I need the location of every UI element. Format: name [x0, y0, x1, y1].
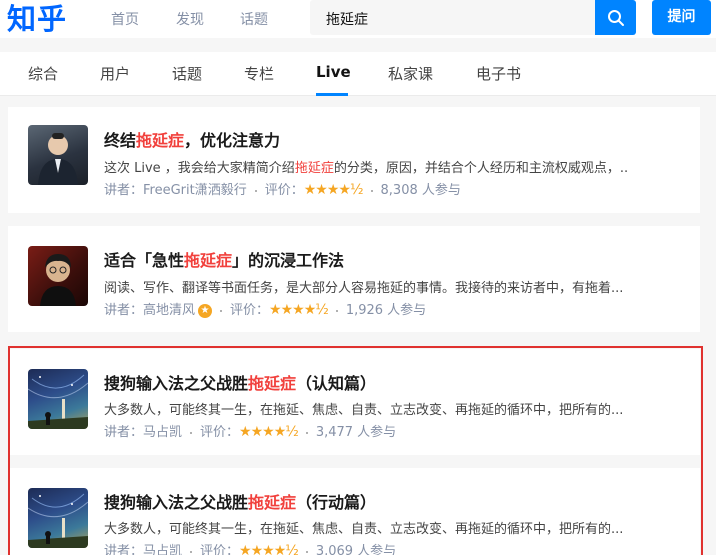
annotation-frame	[8, 346, 703, 555]
nav-discover[interactable]: 发现	[176, 9, 204, 29]
verified-badge-icon: ★	[198, 303, 213, 318]
tab-users[interactable]: 用户	[100, 63, 130, 84]
tab-live[interactable]: Live	[316, 63, 351, 81]
result-description: 这次 Live ，我会给大家精简介绍拖延症的分类，原因，并结合个人经历和主流权威…	[104, 161, 629, 176]
result-description: 阅读、写作、翻译等书面任务，是大部分人容易拖延的事情。我接待的来访者中，有拖着.…	[104, 281, 624, 296]
speaker-name[interactable]: 高地清风	[143, 303, 195, 318]
search-tabs: 综合 用户 话题 专栏 Live 私家课 电子书	[0, 52, 716, 96]
tab-columns[interactable]: 专栏	[244, 63, 274, 84]
result-meta: 讲者：FreeGrit潇洒毅行 评价：★★★★½ 8,308 人参与	[104, 182, 461, 198]
tab-topics[interactable]: 话题	[172, 63, 202, 84]
result-meta: 讲者：高地清风 ★ 评价：★★★★½ 1,926 人参与	[104, 302, 427, 318]
speaker-avatar	[28, 125, 88, 185]
rating-stars: ★★★★½	[269, 302, 329, 318]
search-query: 拖延症	[326, 12, 368, 28]
nav-topics[interactable]: 话题	[240, 9, 268, 29]
zhihu-logo[interactable]: 知乎	[7, 1, 67, 37]
speaker-avatar	[28, 246, 88, 306]
tab-ebook[interactable]: 电子书	[476, 63, 521, 84]
result-title[interactable]: 适合「急性拖延症」的沉浸工作法	[104, 247, 344, 271]
rating-stars: ★★★★½	[303, 182, 364, 198]
result-card[interactable]: 终结拖延症，优化注意力 这次 Live ，我会给大家精简介绍拖延症的分类，原因，…	[8, 107, 700, 213]
search-button[interactable]	[595, 0, 636, 35]
participant-count: 8,308 人参与	[380, 183, 461, 198]
active-tab-indicator	[316, 93, 348, 96]
result-card[interactable]: 适合「急性拖延症」的沉浸工作法 阅读、写作、翻译等书面任务，是大部分人容易拖延的…	[8, 226, 700, 332]
top-bar: 知乎 首页 发现 话题 拖延症 提问	[0, 0, 716, 38]
ask-button[interactable]: 提问	[652, 0, 711, 35]
search-icon	[608, 10, 624, 26]
nav-home[interactable]: 首页	[111, 9, 139, 29]
participant-count: 1,926 人参与	[345, 303, 427, 318]
speaker-name[interactable]: FreeGrit潇洒毅行	[143, 183, 247, 198]
tab-private-course[interactable]: 私家课	[388, 63, 433, 84]
result-title[interactable]: 终结拖延症，优化注意力	[104, 127, 280, 151]
tab-general[interactable]: 综合	[28, 63, 58, 84]
search-input[interactable]: 拖延症	[310, 0, 595, 35]
